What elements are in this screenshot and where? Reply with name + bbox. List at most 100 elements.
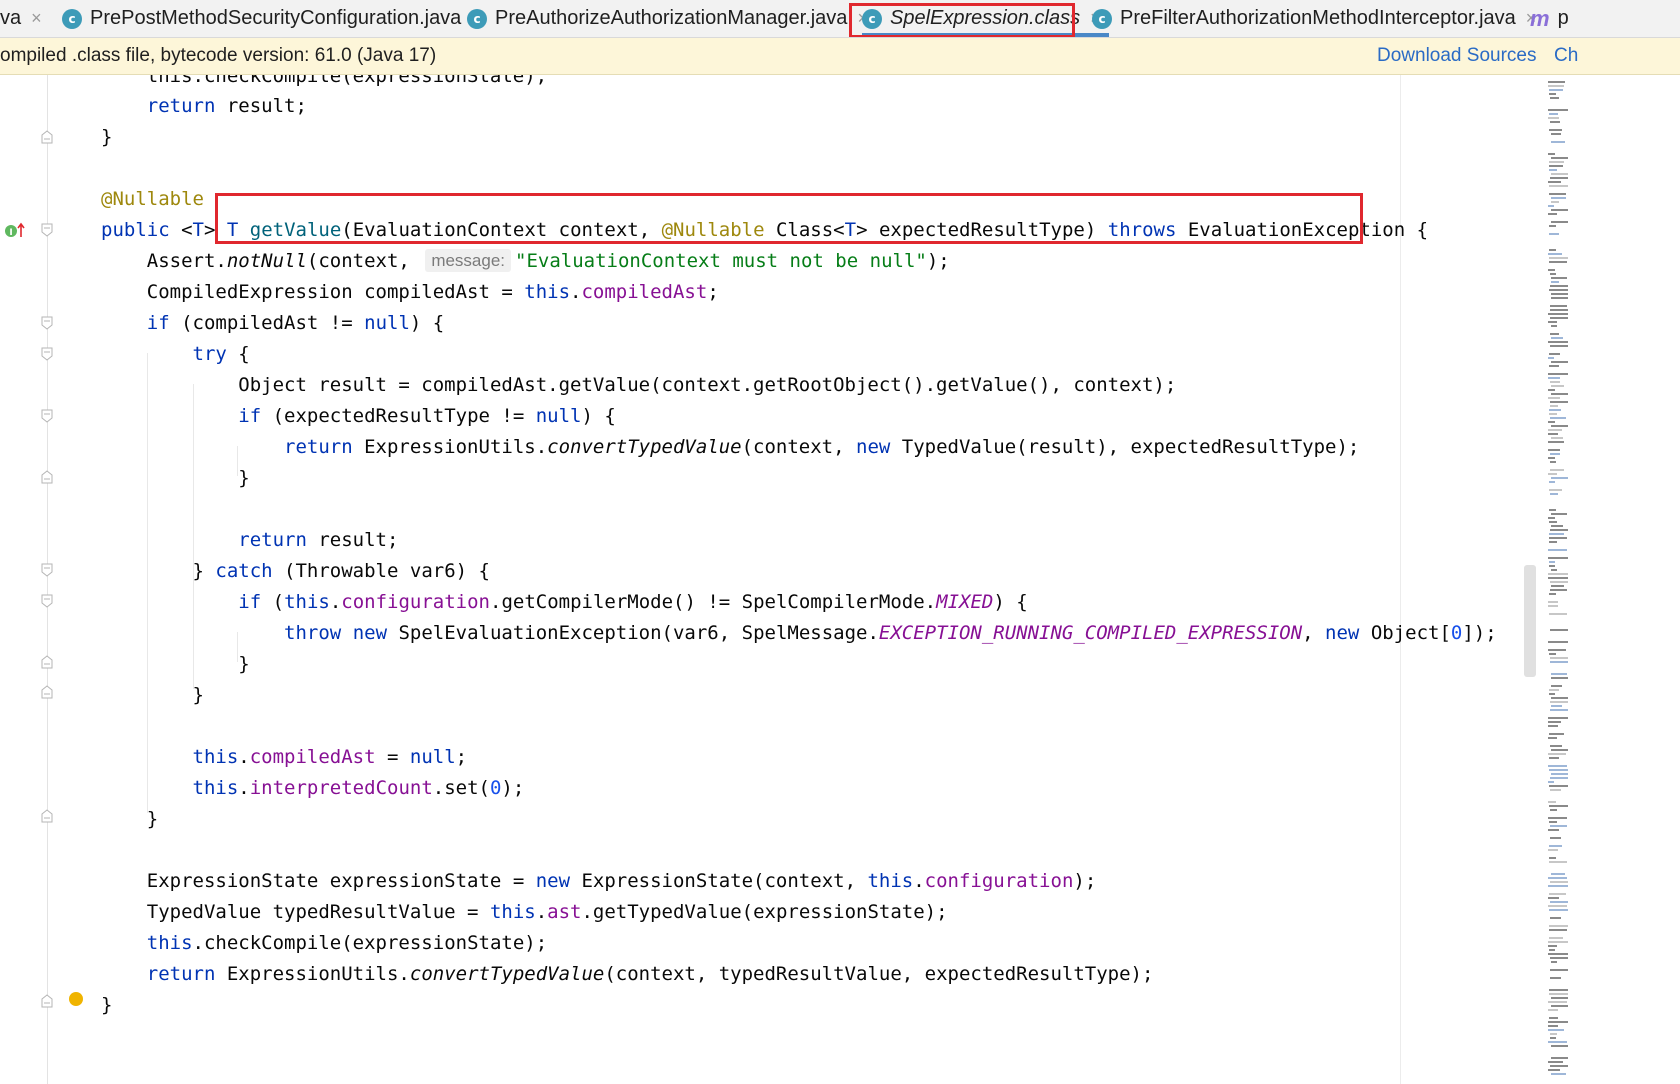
class-icon: c [862, 8, 882, 29]
tab-partial-java[interactable]: va × [0, 0, 42, 37]
fold-start-icon[interactable] [41, 563, 53, 577]
fold-end-icon[interactable] [41, 470, 53, 484]
minimap-stripe [1549, 353, 1560, 355]
code-text: result; [215, 95, 307, 117]
code-text: . [238, 777, 250, 799]
code-text: . [238, 746, 250, 768]
minimap-stripe [1551, 1073, 1566, 1075]
minimap-stripe [1549, 857, 1556, 859]
code-text: } [238, 653, 250, 675]
minimap-stripe [1549, 89, 1563, 91]
fold-end-icon[interactable] [41, 809, 53, 823]
fold-start-icon[interactable] [41, 594, 53, 608]
code-line-getvalue-signature: public <T> T getValue(EvaluationContext … [101, 215, 1428, 246]
close-icon[interactable]: × [31, 8, 42, 29]
keyword: throw [284, 622, 342, 644]
keyword: null [535, 405, 582, 427]
minimap-stripe [1551, 961, 1557, 963]
minimap-stripe [1551, 361, 1568, 363]
code-editor[interactable]: I this.checkCompile(expressionState); re… [0, 75, 1680, 1084]
decompiled-class-banner: ompiled .class file, bytecode version: 6… [0, 38, 1680, 75]
minimap-stripe [1548, 1029, 1564, 1031]
minimap-stripe [1548, 945, 1557, 947]
choose-sources-link[interactable]: Ch [1554, 45, 1578, 67]
download-sources-link[interactable]: Download Sources [1377, 45, 1536, 67]
svg-text:I: I [9, 228, 12, 238]
minimap-stripe [1548, 389, 1555, 391]
minimap-stripe [1548, 905, 1567, 907]
vertical-scrollbar-thumb[interactable] [1524, 565, 1536, 677]
field: interpretedCount [249, 777, 433, 799]
number-literal: 0 [1450, 622, 1463, 644]
keyword: this [146, 932, 193, 954]
fold-start-icon[interactable] [41, 409, 53, 423]
code-text: (context, [741, 436, 856, 458]
minimap-stripe [1551, 157, 1568, 159]
keyword: return [146, 963, 216, 985]
implements-method-icon[interactable]: I [4, 221, 26, 239]
keyword: new [856, 436, 891, 458]
minimap-stripe [1548, 549, 1567, 551]
keyword: this [284, 591, 330, 613]
minimap-stripe [1549, 653, 1556, 655]
minimap-stripe [1548, 357, 1554, 359]
tab-partial-method[interactable]: m p [1530, 0, 1569, 37]
tab-preauthorize-authorization-manager[interactable]: c PreAuthorizeAuthorizationManager.java … [467, 0, 868, 37]
keyword: return [238, 529, 307, 551]
code-text: result; [306, 529, 399, 551]
minimap-stripe [1548, 877, 1567, 879]
type-param: T [226, 219, 239, 241]
keyword: this [192, 777, 239, 799]
minimap-stripe [1549, 249, 1556, 251]
error-stripe-minimap[interactable] [1540, 75, 1568, 1084]
tab-prepost-method-security-configuration[interactable]: c PrePostMethodSecurityConfiguration.jav… [62, 0, 482, 37]
minimap-stripe [1551, 337, 1563, 339]
type-param: T [844, 219, 857, 241]
fold-start-icon[interactable] [41, 316, 53, 330]
lightbulb-icon[interactable] [69, 992, 83, 1006]
code-text: (expectedResultType != [261, 405, 536, 427]
fold-end-icon[interactable] [41, 130, 53, 144]
code-text: } [238, 467, 250, 489]
tab-spel-expression-class[interactable]: c SpelExpression.class × [862, 0, 1109, 37]
minimap-stripe [1549, 413, 1557, 415]
tab-label: PreAuthorizeAuthorizationManager.java [495, 7, 848, 29]
minimap-stripe [1551, 477, 1568, 479]
keyword: if [238, 405, 262, 427]
minimap-stripe [1548, 897, 1559, 899]
code-text: ); [926, 250, 950, 272]
keyword: if [238, 591, 262, 613]
keyword: try [192, 343, 227, 365]
minimap-stripe [1549, 533, 1564, 535]
minimap-stripe [1551, 685, 1562, 687]
minimap-stripe [1549, 993, 1568, 995]
minimap-stripe [1550, 917, 1561, 919]
tab-label: va [0, 7, 22, 29]
code-text: .getCompilerMode() != SpelCompilerMode. [490, 591, 937, 613]
minimap-stripe [1549, 261, 1567, 263]
minimap-stripe [1550, 469, 1564, 471]
minimap-stripe [1550, 121, 1560, 123]
minimap-stripe [1551, 385, 1564, 387]
fold-end-icon[interactable] [41, 685, 53, 699]
keyword: this [489, 901, 536, 923]
minimap-stripe [1550, 629, 1568, 631]
code-text: . [535, 901, 548, 923]
minimap-stripe [1550, 1037, 1556, 1039]
minimap-stripe [1549, 821, 1557, 823]
minimap-stripe [1551, 197, 1566, 199]
fold-end-icon[interactable] [41, 655, 53, 669]
code-text: , [1302, 622, 1326, 644]
minimap-stripe [1551, 997, 1568, 999]
constant: EXCEPTION_RUNNING_COMPILED_EXPRESSION [878, 622, 1303, 644]
code-text: } [146, 808, 159, 830]
minimap-stripe [1550, 97, 1559, 99]
minimap-stripe [1548, 373, 1568, 375]
tab-prefilter-authorization-method-interceptor[interactable]: c PreFilterAuthorizationMethodIntercepto… [1092, 0, 1536, 37]
fold-start-icon[interactable] [41, 347, 53, 361]
fold-end-icon[interactable] [41, 994, 53, 1008]
code-text: TypedValue(result), expectedResultType); [890, 436, 1360, 458]
fold-start-icon[interactable] [41, 223, 53, 237]
